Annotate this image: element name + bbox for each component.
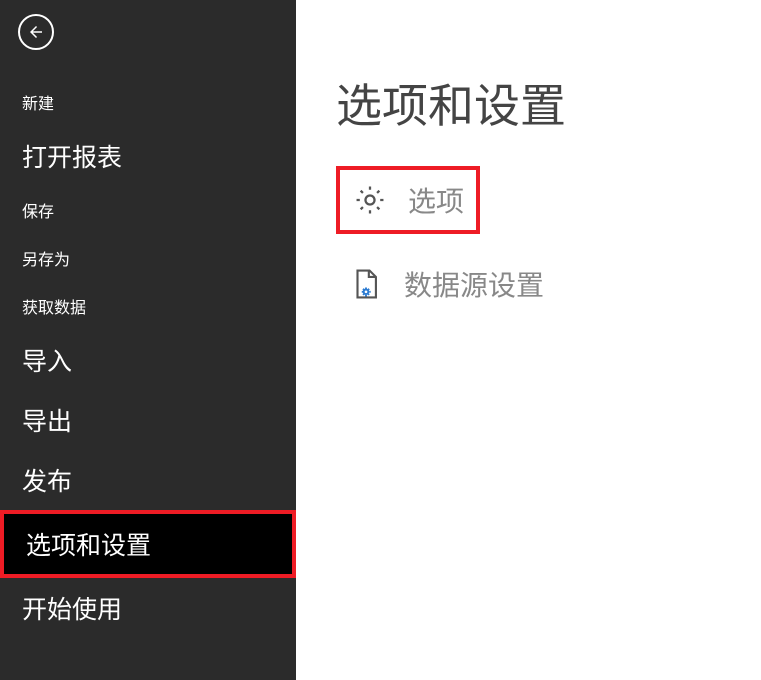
sidebar-item-get-data[interactable]: 获取数据 xyxy=(0,282,296,330)
sidebar-item-publish[interactable]: 发布 xyxy=(0,450,296,510)
back-button[interactable] xyxy=(18,14,54,50)
option-label: 选项 xyxy=(408,180,464,220)
datasource-icon xyxy=(348,266,384,302)
sidebar-item-new[interactable]: 新建 xyxy=(0,78,296,126)
main-content: 选项和设置 选项 xyxy=(296,0,761,680)
sidebar-item-options-settings[interactable]: 选项和设置 xyxy=(4,514,292,574)
sidebar-item-open-report[interactable]: 打开报表 xyxy=(0,126,296,186)
gear-icon xyxy=(352,182,388,218)
option-container: 选项 xyxy=(336,166,721,234)
option-container: 数据源设置 xyxy=(336,254,721,314)
page-title: 选项和设置 xyxy=(336,70,721,136)
sidebar-item-save-as[interactable]: 另存为 xyxy=(0,234,296,282)
sidebar-item-save[interactable]: 保存 xyxy=(0,186,296,234)
sidebar-highlight: 选项和设置 xyxy=(0,510,296,578)
arrow-left-icon xyxy=(27,23,45,41)
sidebar-item-getting-started[interactable]: 开始使用 xyxy=(0,578,296,638)
option-row-options[interactable]: 选项 xyxy=(340,170,476,230)
option-label: 数据源设置 xyxy=(404,264,544,304)
option-row-datasource[interactable]: 数据源设置 xyxy=(336,254,721,314)
sidebar-item-import[interactable]: 导入 xyxy=(0,330,296,390)
option-highlight: 选项 xyxy=(336,166,480,234)
sidebar: 新建 打开报表 保存 另存为 获取数据 导入 导出 发布 选项和设置 开始使用 xyxy=(0,0,296,680)
sidebar-item-export[interactable]: 导出 xyxy=(0,390,296,450)
